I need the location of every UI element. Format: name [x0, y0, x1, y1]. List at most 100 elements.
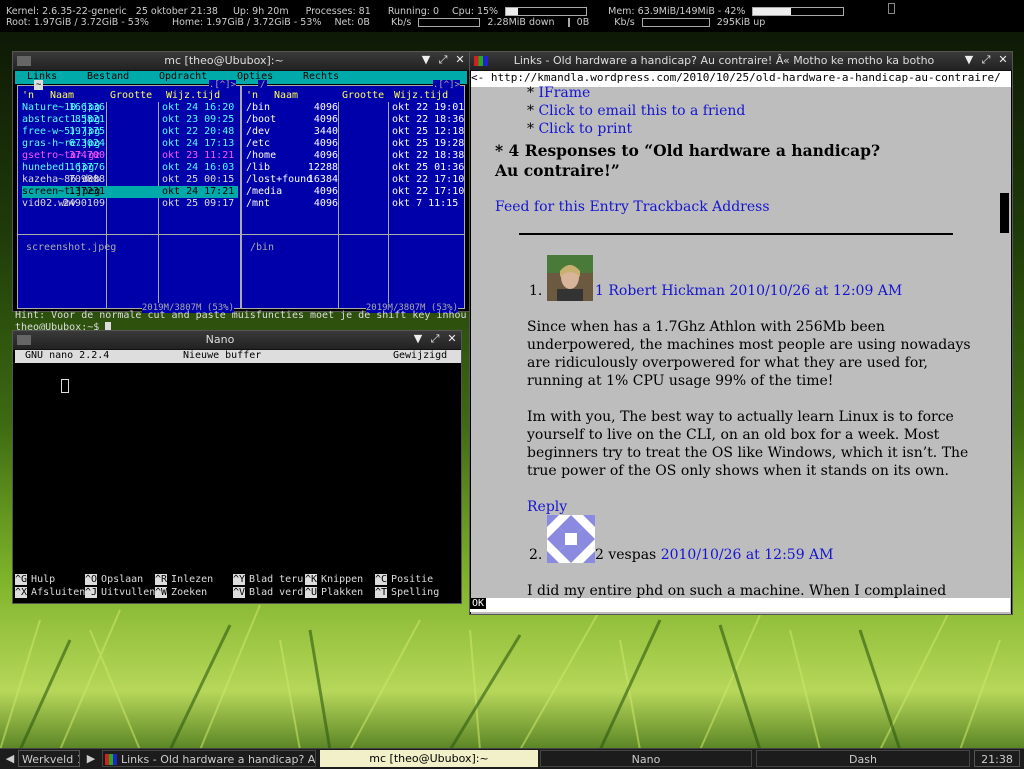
reply-link[interactable]: Reply	[527, 499, 567, 515]
minimize-icon[interactable]: ▼	[411, 332, 425, 346]
nano-shortcut[interactable]: ^G Hulp	[15, 574, 55, 585]
right-file-row[interactable]: /media 4096 okt 22 17:10	[246, 186, 464, 198]
left-file-row[interactable]: gras-h~re.jpg 673024 okt 24 17:13	[22, 138, 238, 150]
nano-shortcut[interactable]: ^X Afsluiten	[15, 587, 85, 598]
mc-window[interactable]: mc [theo@Ububox]:~ ▼ ⤢ ✕ Links Bestand Opd…	[12, 51, 470, 346]
left-file-row[interactable]: vid02.wmv 2490109 okt 25 09:17	[22, 198, 238, 210]
nano-shortcut[interactable]: ^O Opslaan	[85, 574, 143, 585]
left-file-row[interactable]: abstract1.jpg 85821 okt 23 09:25	[22, 114, 238, 126]
shortcut-key: ^R	[155, 574, 168, 585]
maximize-icon[interactable]: ⤢	[428, 332, 442, 346]
bullet: *	[495, 141, 509, 160]
iframe-link[interactable]: IFrame	[538, 85, 590, 101]
minimize-icon[interactable]: ▼	[962, 53, 976, 67]
task-mc[interactable]: mc [theo@Ububox]:~	[320, 750, 538, 767]
task-dash[interactable]: Dash	[756, 750, 970, 767]
mc-menu-bestand[interactable]: Bestand	[87, 71, 129, 82]
workspace-switcher[interactable]: Werkveld 1	[18, 750, 80, 767]
close-icon[interactable]: ✕	[996, 53, 1010, 67]
comment-2-date-link[interactable]: 2010/10/26 at 12:59 AM	[661, 547, 834, 563]
file-size: 2490109	[62, 198, 105, 209]
comment-text-line: underpowered, the machines most people a…	[527, 337, 971, 353]
file-date: okt 7 11:15	[392, 198, 459, 209]
nano-shortcut[interactable]: ^K Knippen	[305, 574, 363, 585]
left-file-row[interactable]: screen~t.jpeg 137231 okt 24 17:21	[22, 186, 238, 198]
mc-menu-opties[interactable]: Opties	[237, 71, 273, 82]
close-icon[interactable]: ✕	[445, 332, 459, 346]
left-header-date[interactable]: Wijz.tijd	[166, 90, 220, 102]
left-header-size[interactable]: Grootte	[110, 90, 152, 102]
left-file-row[interactable]: kazeha~86.deb 709888 okt 25 00:15	[22, 174, 238, 186]
upload-bar	[641, 18, 710, 27]
file-size: 4096	[313, 138, 338, 149]
next-workspace-icon[interactable]: ▶	[84, 750, 98, 767]
left-file-row[interactable]: Nature~10.jpg 166336 okt 24 16:20	[22, 102, 238, 114]
nano-edit-area[interactable]	[15, 364, 461, 574]
shortcut-key: ^Y	[233, 574, 246, 585]
nano-titlebar[interactable]: Nano ▼ ⤢ ✕	[13, 331, 461, 350]
window-menu-icon[interactable]	[17, 56, 31, 66]
left-file-row[interactable]: hunebed1.jpg 163776 okt 24 16:03	[22, 162, 238, 174]
prev-workspace-icon[interactable]: ◀	[2, 750, 18, 767]
right-file-row[interactable]: /mnt 4096 okt 7 11:15	[246, 198, 462, 210]
right-file-row[interactable]: /etc 4096 okt 25 19:28	[246, 138, 464, 150]
nano-shortcut[interactable]: ^R Inlezen	[155, 574, 213, 585]
nano-shortcut[interactable]: ^C Positie	[375, 574, 433, 585]
task-nano[interactable]: Nano	[540, 750, 752, 767]
shortcut-key: ^K	[305, 574, 318, 585]
close-icon[interactable]: ✕	[453, 53, 467, 67]
minimize-icon[interactable]: ▼	[419, 53, 433, 67]
print-link[interactable]: Click to print	[538, 121, 632, 137]
links-app-icon[interactable]	[474, 56, 488, 66]
file-name: /bin	[246, 102, 271, 113]
right-header-date[interactable]: Wijz.tijd	[394, 90, 448, 102]
left-header-name[interactable]: Naam	[50, 90, 74, 102]
maximize-icon[interactable]: ⤢	[436, 53, 450, 67]
file-date: okt 22 17:10	[392, 174, 465, 185]
nano-shortcut[interactable]: ^T Spelling	[375, 587, 439, 598]
right-file-row[interactable]: /boot 4096 okt 22 18:36	[246, 114, 464, 126]
nano-shortcut[interactable]: ^U Plakken	[305, 587, 363, 598]
right-file-row[interactable]: /dev 3440 okt 25 12:18	[246, 126, 464, 138]
file-name: /lost+found	[246, 174, 313, 185]
nano-shortcut[interactable]: ^Y Blad teru	[233, 574, 303, 585]
mc-left-panel[interactable]: ~ .[^]> 'n Naam Grootte Wijz.tijd Nature…	[17, 80, 241, 313]
links-window[interactable]: Links - Old hardware a handicap? Au cont…	[469, 51, 1013, 615]
taskbar: ◀ Werkveld 1 ▶ Links - Old hardware a ha…	[0, 748, 1024, 769]
right-header-size[interactable]: Grootte	[342, 90, 384, 102]
right-header-name[interactable]: Naam	[274, 90, 298, 102]
file-size: 197375	[68, 126, 105, 137]
left-panel-corner[interactable]: .[^]>	[208, 80, 236, 90]
nano-shortcut[interactable]: ^J Uitvullen	[85, 587, 155, 598]
links-viewport[interactable]: <- http://kmandla.wordpress.com/2010/10/…	[471, 71, 1011, 614]
nano-window[interactable]: Nano ▼ ⤢ ✕ GNU nano 2.2.4 Nieuwe buffer Ge…	[12, 330, 462, 604]
nano-shortcut[interactable]: ^W Zoeken	[155, 587, 207, 598]
file-date: okt 22 18:38	[392, 150, 465, 161]
left-file-row[interactable]: free-w~5).jpg 197375 okt 22 20:48	[22, 126, 238, 138]
comment-1-author[interactable]: 1 Robert Hickman 2010/10/26 at 12:09 AM	[595, 283, 902, 299]
mc-titlebar[interactable]: mc [theo@Ububox]:~ ▼ ⤢ ✕	[13, 52, 469, 71]
right-file-row[interactable]: /bin 4096 okt 22 19:01	[246, 102, 464, 114]
shortcut-label: Plakken	[321, 587, 364, 598]
shortcut-label: Blad verd	[249, 587, 304, 598]
shortcut-label: Blad teru	[249, 574, 304, 585]
right-panel-corner[interactable]: .[^]>	[432, 80, 460, 90]
right-file-row[interactable]: /lib 12288 okt 25 01:36	[246, 162, 464, 174]
window-menu-icon[interactable]	[17, 335, 31, 345]
mc-right-panel[interactable]: / .[^]> 'n Naam Grootte Wijz.tijd /bin 40…	[241, 80, 465, 313]
mc-menu-rechts[interactable]: Rechts	[303, 71, 339, 82]
left-file-row[interactable]: gsetro~tar.gz 374700 okt 23 11:21	[22, 150, 238, 162]
nano-buffer-name: Nieuwe buffer	[183, 350, 262, 361]
maximize-icon[interactable]: ⤢	[979, 53, 993, 67]
right-file-row[interactable]: /home 4096 okt 22 18:38	[246, 150, 465, 162]
mc-menu-opdracht[interactable]: Opdracht	[159, 71, 207, 82]
comment-text-line: are ridiculously overpowered for what th…	[527, 355, 928, 371]
task-links[interactable]: Links - Old hardware a handicap? Au	[102, 750, 316, 767]
email-link[interactable]: Click to email this to a friend	[538, 103, 745, 119]
feed-link[interactable]: Feed for this Entry Trackback Address	[495, 199, 770, 215]
right-file-row[interactable]: /lost+found 16384 okt 22 17:10	[246, 174, 465, 186]
nano-shortcut[interactable]: ^V Blad verd	[233, 587, 303, 598]
page-scrollbar[interactable]	[999, 87, 1011, 614]
links-titlebar[interactable]: Links - Old hardware a handicap? Au cont…	[470, 52, 1012, 71]
scrollbar-thumb[interactable]	[1000, 193, 1009, 233]
